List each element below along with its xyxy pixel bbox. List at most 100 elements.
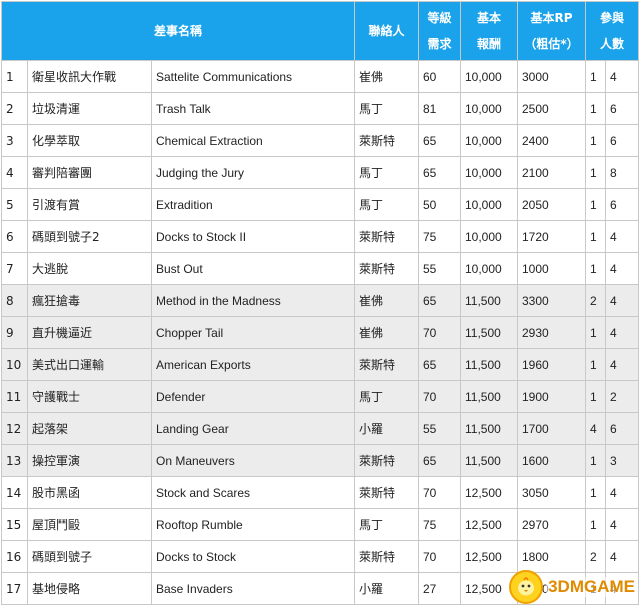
job-name-chinese: 垃圾清運 bbox=[27, 92, 152, 125]
players-max: 4 bbox=[604, 508, 640, 541]
level-requirement: 70 bbox=[418, 540, 461, 573]
players-min: 4 bbox=[585, 412, 606, 445]
row-number: 8 bbox=[1, 284, 28, 317]
job-name-english: Stock and Scares bbox=[151, 476, 355, 509]
players-min: 1 bbox=[585, 508, 606, 541]
base-rp: 3050 bbox=[517, 476, 586, 509]
table-body: 1 衛星收訊大作戰 Sattelite Communications 崔佛 60 10,0… bbox=[1, 60, 640, 605]
players-max: 4 bbox=[604, 316, 640, 349]
level-requirement: 65 bbox=[418, 156, 461, 189]
job-name-english: Rooftop Rumble bbox=[151, 508, 355, 541]
job-name-english: Base Invaders bbox=[151, 572, 355, 605]
header-rp-line1: 基本RP bbox=[530, 11, 573, 25]
level-requirement: 65 bbox=[418, 444, 461, 477]
row-number: 14 bbox=[1, 476, 28, 509]
row-number: 12 bbox=[1, 412, 28, 445]
row-number: 13 bbox=[1, 444, 28, 477]
table-row: 12 起落架 Landing Gear 小羅 55 11,500 1700 4 6 bbox=[1, 412, 640, 445]
header-rp-line2: （粗估*） bbox=[524, 37, 579, 51]
base-pay: 10,000 bbox=[460, 156, 518, 189]
players-min: 1 bbox=[585, 92, 606, 125]
row-number: 11 bbox=[1, 380, 28, 413]
base-pay: 11,500 bbox=[460, 412, 518, 445]
table-row: 7 大逃脫 Bust Out 萊斯特 55 10,000 1000 1 4 bbox=[1, 252, 640, 285]
level-requirement: 65 bbox=[418, 348, 461, 381]
contact-name: 馬丁 bbox=[354, 92, 419, 125]
contact-name: 萊斯特 bbox=[354, 348, 419, 381]
job-name-chinese: 美式出口運輸 bbox=[27, 348, 152, 381]
level-requirement: 55 bbox=[418, 252, 461, 285]
job-name-english: Sattelite Communications bbox=[151, 60, 355, 93]
mission-table: 差事名稱 聯絡人 等級 需求 基本 報酬 基本RP （粗估*） 參與 人數 1衛… bbox=[1, 1, 640, 605]
job-name-chinese: 審判陪審團 bbox=[27, 156, 152, 189]
row-number: 17 bbox=[1, 572, 28, 605]
job-name-chinese: 大逃脫 bbox=[27, 252, 152, 285]
level-requirement: 27 bbox=[418, 572, 461, 605]
players-min: 1 bbox=[585, 124, 606, 157]
level-requirement: 60 bbox=[418, 60, 461, 93]
header-level-line2: 需求 bbox=[427, 37, 452, 51]
players-max: 6 bbox=[604, 412, 640, 445]
row-number: 4 bbox=[1, 156, 28, 189]
contact-name: 萊斯特 bbox=[354, 220, 419, 253]
base-rp: 2050 bbox=[517, 188, 586, 221]
players-max: 4 bbox=[604, 540, 640, 573]
base-pay: 10,000 bbox=[460, 92, 518, 125]
base-pay: 12,500 bbox=[460, 508, 518, 541]
job-name-chinese: 屋頂鬥毆 bbox=[27, 508, 152, 541]
row-number: 5 bbox=[1, 188, 28, 221]
table-row: 6 碼頭到號子2 Docks to Stock II 萊斯特 75 10,000 1720 1… bbox=[1, 220, 640, 253]
row-number: 7 bbox=[1, 252, 28, 285]
players-min: 1 bbox=[585, 156, 606, 189]
level-requirement: 75 bbox=[418, 220, 461, 253]
base-rp: 1000 bbox=[517, 252, 586, 285]
contact-name: 萊斯特 bbox=[354, 444, 419, 477]
players-max: 4 bbox=[604, 348, 640, 381]
base-pay: 11,500 bbox=[460, 316, 518, 349]
table-row: 8 瘋狂搶毒 Method in the Madness 崔佛 65 11,500 3300… bbox=[1, 284, 640, 317]
base-rp: 1700 bbox=[517, 412, 586, 445]
table-row: 9 直升機逼近 Chopper Tail 崔佛 70 11,500 2930 1 4 bbox=[1, 316, 640, 349]
base-rp: 2970 bbox=[517, 508, 586, 541]
table-row: 10 美式出口運輸 American Exports 萊斯特 65 11,500 1960 1… bbox=[1, 348, 640, 381]
row-number: 16 bbox=[1, 540, 28, 573]
job-name-english: Landing Gear bbox=[151, 412, 355, 445]
row-number: 9 bbox=[1, 316, 28, 349]
watermark: 3DMGAME bbox=[509, 570, 637, 604]
header-pay-line1: 基本 bbox=[476, 11, 501, 25]
base-pay: 12,500 bbox=[460, 476, 518, 509]
players-min: 1 bbox=[585, 60, 606, 93]
players-min: 1 bbox=[585, 188, 606, 221]
header-contact: 聯絡人 bbox=[354, 1, 419, 61]
row-number: 2 bbox=[1, 92, 28, 125]
table-row: 3 化學萃取 Chemical Extraction 萊斯特 65 10,000 2400 1… bbox=[1, 124, 640, 157]
header-pay-line2: 報酬 bbox=[476, 37, 501, 51]
contact-name: 馬丁 bbox=[354, 380, 419, 413]
level-requirement: 65 bbox=[418, 284, 461, 317]
job-name-chinese: 碼頭到號子2 bbox=[27, 220, 152, 253]
players-max: 6 bbox=[604, 124, 640, 157]
contact-name: 馬丁 bbox=[354, 508, 419, 541]
players-max: 4 bbox=[604, 60, 640, 93]
base-rp: 2100 bbox=[517, 156, 586, 189]
job-name-english: Trash Talk bbox=[151, 92, 355, 125]
header-level-line1: 等級 bbox=[427, 11, 452, 25]
row-number: 6 bbox=[1, 220, 28, 253]
job-name-english: Judging the Jury bbox=[151, 156, 355, 189]
table-row: 2 垃圾清運 Trash Talk 馬丁 81 10,000 2500 1 6 bbox=[1, 92, 640, 125]
base-rp: 2400 bbox=[517, 124, 586, 157]
job-name-english: On Maneuvers bbox=[151, 444, 355, 477]
job-name-english: Chemical Extraction bbox=[151, 124, 355, 157]
level-requirement: 75 bbox=[418, 508, 461, 541]
table-row: 13 操控軍演 On Maneuvers 萊斯特 65 11,500 1600 1 3 bbox=[1, 444, 640, 477]
job-name-english: Method in the Madness bbox=[151, 284, 355, 317]
level-requirement: 55 bbox=[418, 412, 461, 445]
job-name-english: Bust Out bbox=[151, 252, 355, 285]
table-row: 5 引渡有賞 Extradition 馬丁 50 10,000 2050 1 6 bbox=[1, 188, 640, 221]
contact-name: 萊斯特 bbox=[354, 476, 419, 509]
players-min: 2 bbox=[585, 284, 606, 317]
contact-name: 小羅 bbox=[354, 412, 419, 445]
header-level: 等級 需求 bbox=[418, 1, 461, 61]
players-min: 2 bbox=[585, 540, 606, 573]
base-rp: 1600 bbox=[517, 444, 586, 477]
